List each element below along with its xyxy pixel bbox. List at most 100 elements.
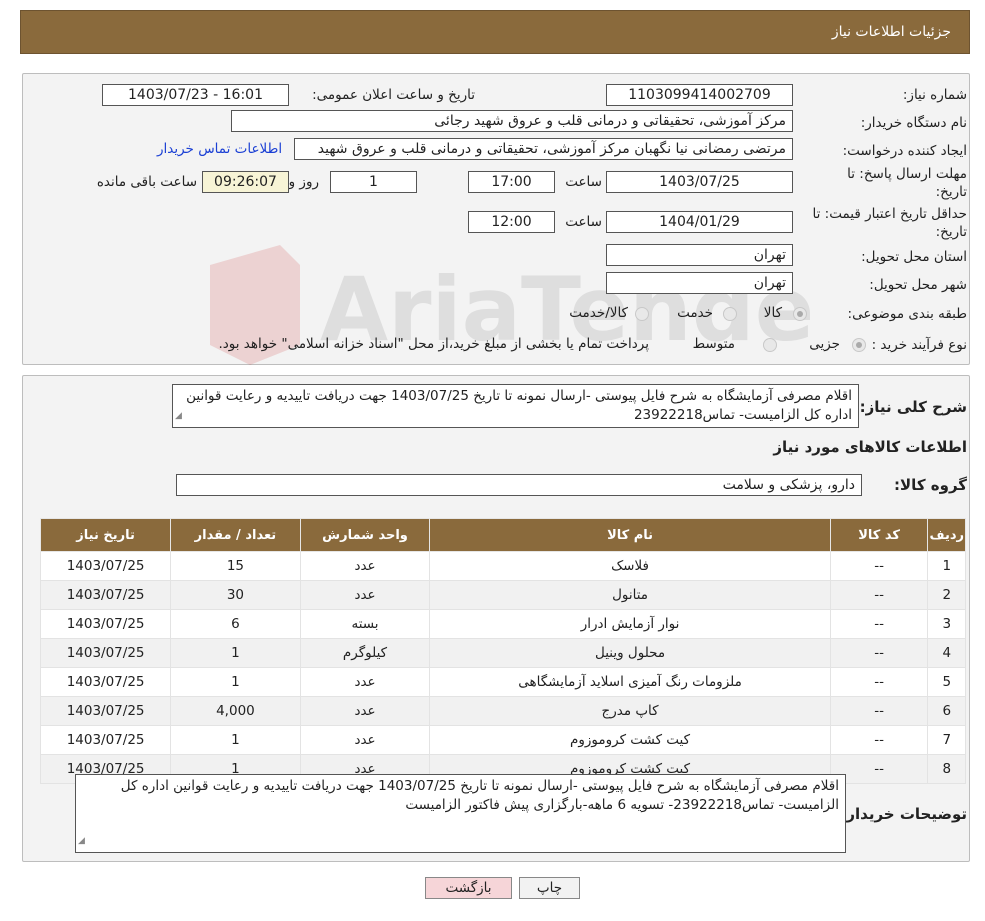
table-row: 6 -- کاپ مدرج عدد 4,000 1403/07/25	[39, 696, 966, 726]
resize-grip-icon[interactable]: ◢	[78, 832, 85, 851]
cell-date: 1403/07/25	[39, 725, 172, 755]
city-label: شهر محل تحویل:	[869, 277, 967, 293]
cell-unit: عدد	[299, 725, 431, 755]
table-row: 7 -- کیت کشت کروموزوم عدد 1 1403/07/25	[39, 725, 966, 755]
print-button[interactable]: چاپ	[519, 877, 580, 899]
cell-name: کاپ مدرج	[429, 696, 831, 726]
cell-row-number: 4	[927, 638, 966, 668]
cell-name: فلاسک	[429, 551, 831, 581]
cell-code: --	[829, 638, 929, 668]
process-radio-minor[interactable]	[852, 338, 866, 352]
cell-row-number: 3	[927, 609, 966, 639]
cell-row-number: 8	[927, 754, 966, 784]
resize-grip-icon[interactable]: ◢	[175, 407, 182, 426]
summary-textarea[interactable]: اقلام مصرفی آزمایشگاه به شرح فایل پیوستی…	[172, 384, 859, 428]
cell-code: --	[829, 609, 929, 639]
back-button[interactable]: بازگشت	[425, 877, 512, 899]
deadline-time-field: 17:00	[468, 171, 555, 193]
goods-table: ردیف کد کالا نام کالا واحد شمارش تعداد /…	[39, 518, 966, 784]
cell-quantity: 30	[170, 580, 301, 610]
buyer-org-label: نام دستگاه خریدار:	[860, 115, 967, 131]
cell-date: 1403/07/25	[39, 696, 172, 726]
cell-row-number: 5	[927, 667, 966, 697]
cell-unit: عدد	[299, 696, 431, 726]
cell-name: کیت کشت کروموزوم	[429, 725, 831, 755]
cell-quantity: 1	[170, 725, 301, 755]
page-header: جزئیات اطلاعات نیاز	[20, 10, 970, 54]
table-row: 5 -- ملزومات رنگ آمیزی اسلاید آزمایشگاهی…	[39, 667, 966, 697]
summary-label: شرح کلی نیاز:	[859, 398, 967, 416]
group-field: دارو، پزشکی و سلامت	[176, 474, 862, 496]
cell-date: 1403/07/25	[39, 551, 172, 581]
cell-unit: کیلوگرم	[299, 638, 431, 668]
cell-quantity: 1	[170, 667, 301, 697]
buyer-notes-label: توضیحات خریدار:	[840, 805, 967, 823]
category-option-goods: کالا	[763, 305, 782, 321]
category-radio-goods[interactable]	[793, 307, 807, 321]
summary-text: اقلام مصرفی آزمایشگاه به شرح فایل پیوستی…	[186, 388, 852, 423]
table-row: 1 -- فلاسک عدد 15 1403/07/25	[39, 551, 966, 581]
page-title: جزئیات اطلاعات نیاز	[831, 24, 951, 40]
validity-label-date: تاریخ:	[935, 224, 967, 240]
buyer-org-field: مرکز آموزشی، تحقیقاتی و درمانی قلب و عرو…	[231, 110, 793, 132]
process-option-medium: متوسط	[692, 336, 735, 352]
cell-code: --	[829, 696, 929, 726]
remaining-label: ساعت باقی مانده	[96, 174, 197, 190]
category-label: طبقه بندی موضوعی:	[847, 306, 967, 322]
cell-code: --	[829, 667, 929, 697]
table-row: 2 -- متانول عدد 30 1403/07/25	[39, 580, 966, 610]
cell-name: نوار آزمایش ادرار	[429, 609, 831, 639]
table-row: 3 -- نوار آزمایش ادرار بسته 6 1403/07/25	[39, 609, 966, 639]
cell-date: 1403/07/25	[39, 638, 172, 668]
deadline-time-label: ساعت	[565, 174, 602, 190]
col-header-date: تاریخ نیاز	[39, 518, 172, 552]
process-radio-medium[interactable]	[763, 338, 777, 352]
creator-field: مرتضی رمضانی نیا نگهبان مرکز آموزشی، تحق…	[294, 138, 793, 160]
need-number-label: شماره نیاز:	[902, 87, 967, 103]
cell-quantity: 6	[170, 609, 301, 639]
cell-date: 1403/07/25	[39, 667, 172, 697]
col-header-unit: واحد شمارش	[299, 518, 431, 552]
cell-unit: بسته	[299, 609, 431, 639]
validity-label: حداقل تاریخ اعتبار قیمت: تا	[812, 206, 967, 222]
cell-code: --	[829, 725, 929, 755]
col-header-quantity: تعداد / مقدار	[170, 518, 301, 552]
remaining-time-field: 09:26:07	[202, 171, 289, 193]
cell-unit: عدد	[299, 667, 431, 697]
table-header-row: ردیف کد کالا نام کالا واحد شمارش تعداد /…	[39, 518, 966, 552]
deadline-label: مهلت ارسال پاسخ: تا	[847, 166, 967, 182]
col-header-code: کد کالا	[829, 518, 929, 552]
cell-date: 1403/07/25	[39, 580, 172, 610]
cell-row-number: 7	[927, 725, 966, 755]
cell-row-number: 6	[927, 696, 966, 726]
cell-quantity: 4,000	[170, 696, 301, 726]
cell-name: متانول	[429, 580, 831, 610]
category-option-service: خدمت	[677, 305, 713, 321]
buyer-notes-textarea[interactable]: اقلام مصرفی آزمایشگاه به شرح فایل پیوستی…	[75, 774, 846, 853]
cell-unit: عدد	[299, 551, 431, 581]
cell-name: محلول وینیل	[429, 638, 831, 668]
col-header-row-number: ردیف	[927, 518, 966, 552]
category-option-goods-service: کالا/خدمت	[569, 305, 628, 321]
creator-label: ایجاد کننده درخواست:	[842, 143, 967, 159]
col-header-name: نام کالا	[429, 518, 831, 552]
cell-name: ملزومات رنگ آمیزی اسلاید آزمایشگاهی	[429, 667, 831, 697]
buyer-contact-link[interactable]: اطلاعات تماس خریدار	[157, 141, 282, 157]
process-option-minor: جزیی	[809, 336, 840, 352]
group-label: گروه کالا:	[894, 476, 967, 494]
deadline-label-date: تاریخ:	[935, 184, 967, 200]
deadline-date-field: 1403/07/25	[606, 171, 793, 193]
cell-quantity: 1	[170, 638, 301, 668]
cell-row-number: 2	[927, 580, 966, 610]
cell-quantity: 15	[170, 551, 301, 581]
validity-time-field: 12:00	[468, 211, 555, 233]
days-label: روز و	[288, 174, 319, 190]
need-number-field: 1103099414002709	[606, 84, 793, 106]
category-radio-service[interactable]	[723, 307, 737, 321]
buyer-notes-text: اقلام مصرفی آزمایشگاه به شرح فایل پیوستی…	[120, 778, 839, 813]
category-radio-goods-service[interactable]	[635, 307, 649, 321]
cell-date: 1403/07/25	[39, 609, 172, 639]
cell-code: --	[829, 551, 929, 581]
city-field: تهران	[606, 272, 793, 294]
goods-info-title: اطلاعات کالاهای مورد نیاز	[773, 438, 967, 456]
